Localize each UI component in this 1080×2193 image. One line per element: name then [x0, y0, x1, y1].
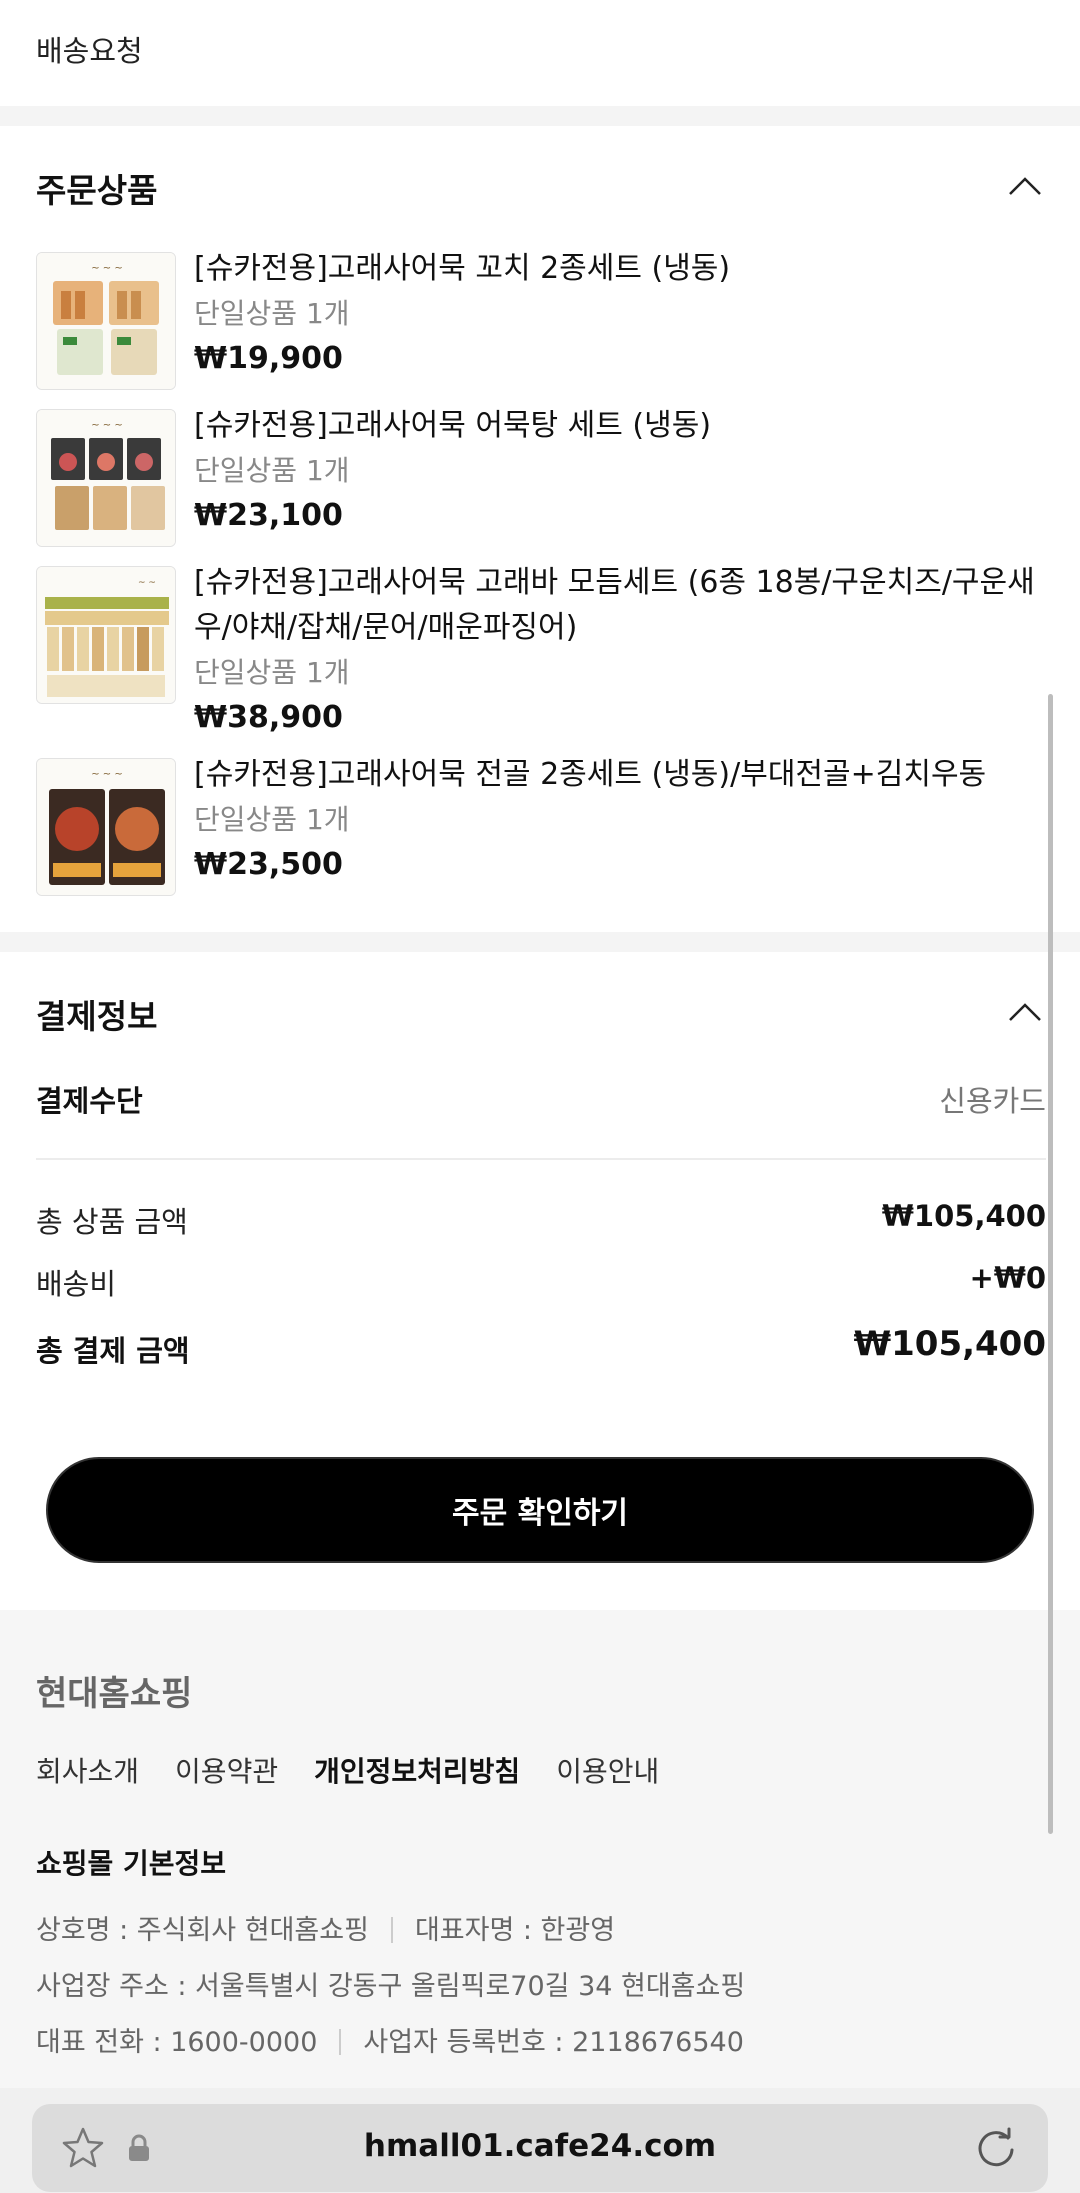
shipping-value: +₩0 [969, 1261, 1046, 1295]
reload-icon[interactable] [974, 2126, 1018, 2170]
product-option: 단일상품 1개 [194, 297, 350, 330]
svg-text:~ ~ ~: ~ ~ ~ [91, 263, 123, 274]
product-price: ₩19,900 [194, 341, 343, 376]
product-thumbnail: ~ ~ ~ [36, 409, 176, 547]
delivery-section: 배송요청 [0, 0, 1080, 106]
section-divider [0, 106, 1080, 126]
chevron-up-icon[interactable] [1008, 176, 1042, 196]
payment-method-row: 결제수단 신용카드 [36, 1078, 1046, 1122]
business-address: 사업장 주소 : 서울특별시 강동구 올림픽로70길 34 현대홈쇼핑 [36, 1971, 746, 2002]
subtotal-value: ₩105,400 [881, 1199, 1046, 1233]
product-name: [슈카전용]고래사어묵 꼬치 2종세트 (냉동) [194, 251, 731, 286]
footer-link-terms[interactable]: 이용약관 [175, 1750, 278, 1790]
footer-link-guide[interactable]: 이용안내 [556, 1750, 659, 1790]
payment-method-label: 결제수단 [36, 1084, 143, 1118]
product-name: [슈카전용]고래사어묵 고래바 모듬세트 (6종 18봉/구운치즈/구운새우/야… [194, 565, 1035, 645]
footer: 현대홈쇼핑 회사소개 이용약관 개인정보처리방침 이용안내 쇼핑몰 기본정보 상… [0, 1610, 1080, 2110]
payment-info-title: 결제정보 [36, 997, 158, 1036]
svg-text:~ ~ ~: ~ ~ ~ [91, 769, 123, 780]
shipping-row: 배송비 +₩0 [36, 1261, 1046, 1305]
phone-number: 대표 전화 : 1600-0000 [36, 2027, 318, 2058]
product-item[interactable]: ~ ~ ~ [슈카전용]고래사어묵 전골 2종세트 (냉동)/부대전골+김치우동… [36, 757, 1046, 898]
product-thumbnail: ~ ~ [36, 566, 176, 704]
order-products-title: 주문상품 [36, 171, 158, 210]
url-field[interactable]: hmall01.cafe24.com [32, 2104, 1048, 2192]
company-info-line: 상호명 : 주식회사 현대홈쇼핑 대표자명 : 한광영 [36, 1908, 615, 1947]
confirm-order-button[interactable]: 주문 확인하기 [46, 1457, 1034, 1563]
shipping-label: 배송비 [36, 1267, 117, 1301]
footer-brand: 현대홈쇼핑 [36, 1674, 193, 1714]
product-name: [슈카전용]고래사어묵 전골 2종세트 (냉동)/부대전골+김치우동 [194, 757, 987, 792]
url-text: hmall01.cafe24.com [363, 2128, 717, 2164]
total-row: 총 결제 금액 ₩105,400 [36, 1324, 1046, 1372]
product-price: ₩38,900 [194, 700, 343, 735]
chevron-up-icon[interactable] [1008, 1002, 1042, 1022]
subtotal-row: 총 상품 금액 ₩105,400 [36, 1199, 1046, 1243]
section-divider [0, 932, 1080, 952]
business-number: 사업자 등록번호 : 2118676540 [363, 2027, 744, 2058]
total-label: 총 결제 금액 [36, 1334, 190, 1368]
subtotal-label: 총 상품 금액 [36, 1205, 188, 1239]
separator [339, 2029, 342, 2055]
product-option: 단일상품 1개 [194, 454, 350, 487]
product-price: ₩23,100 [194, 498, 343, 533]
scrollbar[interactable] [1048, 694, 1053, 1834]
ceo-name: 대표자명 : 한광영 [414, 1915, 616, 1946]
product-name: [슈카전용]고래사어묵 어묵탕 세트 (냉동) [194, 408, 712, 443]
product-item[interactable]: ~ ~ ~ [슈카전용]고래사어묵 어묵탕 세트 (냉동) 단일상품 1개 ₩2… [36, 408, 1046, 549]
basic-info-title: 쇼핑몰 기본정보 [36, 1847, 227, 1880]
contact-info-line: 대표 전화 : 1600-0000 사업자 등록번호 : 2118676540 [36, 2020, 744, 2059]
footer-links: 회사소개 이용약관 개인정보처리방침 이용안내 [36, 1750, 695, 1790]
product-item[interactable]: ~ ~ ~ [슈카전용]고래사어묵 꼬치 2종세트 (냉동) 단일상품 1개 ₩… [36, 251, 1046, 392]
divider-line [36, 1158, 1046, 1160]
product-option: 단일상품 1개 [194, 656, 350, 689]
svg-text:~ ~ ~: ~ ~ ~ [91, 420, 123, 431]
product-thumbnail: ~ ~ ~ [36, 758, 176, 896]
product-option: 단일상품 1개 [194, 803, 350, 836]
separator [390, 1917, 393, 1943]
footer-link-privacy[interactable]: 개인정보처리방침 [314, 1750, 520, 1790]
browser-address-bar: hmall01.cafe24.com [0, 2088, 1080, 2193]
product-price: ₩23,500 [194, 847, 343, 882]
product-thumbnail: ~ ~ ~ [36, 252, 176, 390]
svg-text:~ ~: ~ ~ [138, 578, 156, 588]
product-item[interactable]: ~ ~ [슈카전용]고래사어묵 고래바 모듬세트 (6종 18봉/구운치즈/구운… [36, 565, 1046, 746]
total-value: ₩105,400 [853, 1324, 1046, 1364]
footer-link-company[interactable]: 회사소개 [36, 1750, 139, 1790]
company-name: 상호명 : 주식회사 현대홈쇼핑 [36, 1915, 369, 1946]
payment-method-value: 신용카드 [939, 1084, 1046, 1118]
delivery-request-label: 배송요청 [36, 34, 143, 68]
